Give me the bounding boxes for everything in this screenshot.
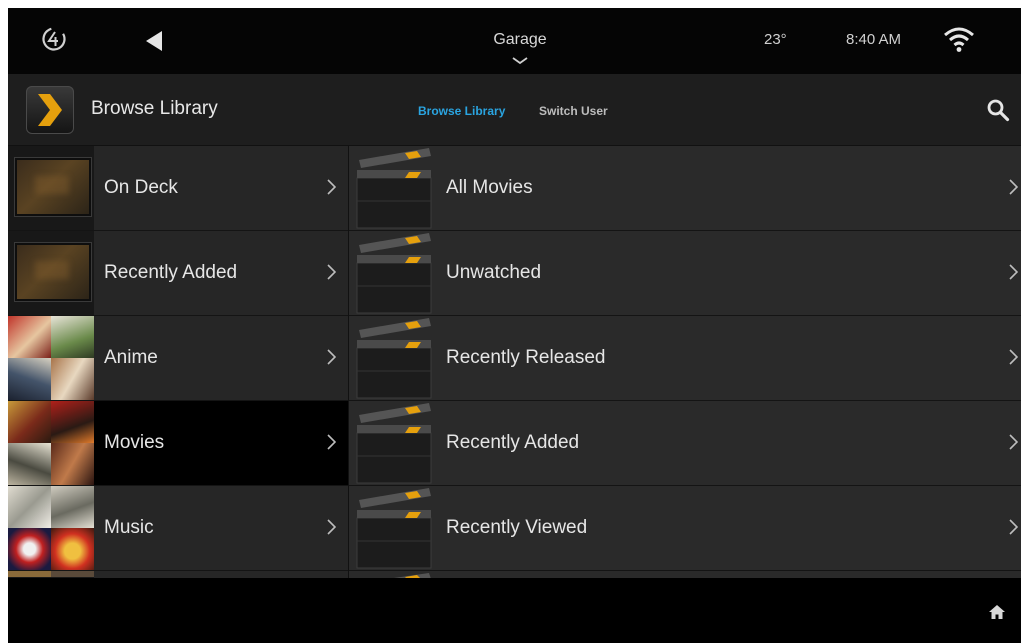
tab-browse-library[interactable]: Browse Library	[418, 104, 505, 118]
library-header: Browse Library Browse Library Switch Use…	[8, 74, 1021, 146]
poster-mosaic-thumbnail	[8, 316, 94, 400]
tab-switch-user[interactable]: Switch User	[539, 104, 608, 118]
list-item-music[interactable]: Music	[8, 486, 348, 571]
plex-app-icon[interactable]	[26, 86, 74, 134]
list-item-recently-added[interactable]: Recently Added	[8, 231, 348, 316]
chevron-down-icon[interactable]	[510, 56, 530, 66]
list-item-label: Anime	[104, 347, 158, 368]
list-item-recently-viewed[interactable]: Recently Viewed	[349, 486, 1021, 571]
list-item-all-movies[interactable]: All Movies	[349, 146, 1021, 231]
filter-list: All Movies Unwatched Recently Released R…	[349, 146, 1021, 578]
search-icon[interactable]	[986, 98, 1010, 122]
room-title[interactable]: Garage	[448, 31, 592, 49]
list-item-movies[interactable]: Movies	[8, 401, 348, 486]
back-triangle-icon[interactable]	[144, 30, 164, 52]
list-item-recently-added-movies[interactable]: Recently Added	[349, 401, 1021, 486]
page-title: Browse Library	[91, 98, 218, 119]
chevron-right-icon	[1009, 519, 1018, 535]
poster-mosaic-thumbnail	[8, 571, 94, 578]
list-item-label: On Deck	[104, 177, 178, 198]
home-icon[interactable]	[988, 604, 1006, 620]
chevron-right-icon	[1009, 349, 1018, 365]
chevron-right-icon	[1009, 179, 1018, 195]
status-bar: Garage 23° 8:40 AM	[8, 8, 1021, 74]
clapperboard-icon	[356, 488, 432, 569]
tv-thumbnail	[8, 231, 94, 315]
temperature-readout: 23°	[764, 31, 787, 48]
tv-thumbnail	[8, 146, 94, 230]
chevron-right-icon	[1009, 264, 1018, 280]
list-item-label: Unwatched	[446, 262, 542, 283]
library-section-list: On Deck Recently Added Anime Movies Musi…	[8, 146, 348, 578]
list-item-label: All Movies	[446, 177, 533, 198]
list-item-label: Recently Viewed	[446, 517, 588, 538]
chevron-right-icon	[1009, 434, 1018, 450]
clapperboard-icon	[356, 148, 432, 229]
bottom-bar	[8, 578, 1021, 643]
control4-logo-icon[interactable]	[41, 26, 67, 52]
list-item-label: Recently Added	[446, 432, 580, 453]
list-item-partial	[349, 571, 1021, 578]
list-item-label: Music	[104, 517, 154, 538]
list-item-label: Recently Added	[104, 262, 238, 283]
clapperboard-icon	[356, 233, 432, 314]
chevron-right-icon	[327, 179, 336, 195]
wifi-icon	[944, 27, 974, 52]
list-item-unwatched[interactable]: Unwatched	[349, 231, 1021, 316]
clapperboard-icon	[356, 318, 432, 399]
list-item-on-deck[interactable]: On Deck	[8, 146, 348, 231]
list-item-label: Movies	[104, 432, 165, 453]
list-item-label: Recently Released	[446, 347, 606, 368]
chevron-right-icon	[327, 349, 336, 365]
list-item-anime[interactable]: Anime	[8, 316, 348, 401]
clock: 8:40 AM	[846, 31, 902, 48]
browse-lists: On Deck Recently Added Anime Movies Musi…	[8, 146, 1021, 578]
clapperboard-icon	[356, 403, 432, 484]
list-item-partial	[8, 571, 348, 578]
poster-mosaic-thumbnail	[8, 486, 94, 570]
chevron-right-icon	[327, 434, 336, 450]
list-item-recently-released[interactable]: Recently Released	[349, 316, 1021, 401]
clapperboard-icon	[394, 573, 431, 578]
touchscreen-frame: Garage 23° 8:40 AM Browse Library Browse…	[8, 8, 1021, 643]
plex-chevron-icon	[38, 94, 62, 126]
poster-mosaic-thumbnail	[8, 401, 94, 485]
chevron-right-icon	[327, 519, 336, 535]
chevron-right-icon	[327, 264, 336, 280]
